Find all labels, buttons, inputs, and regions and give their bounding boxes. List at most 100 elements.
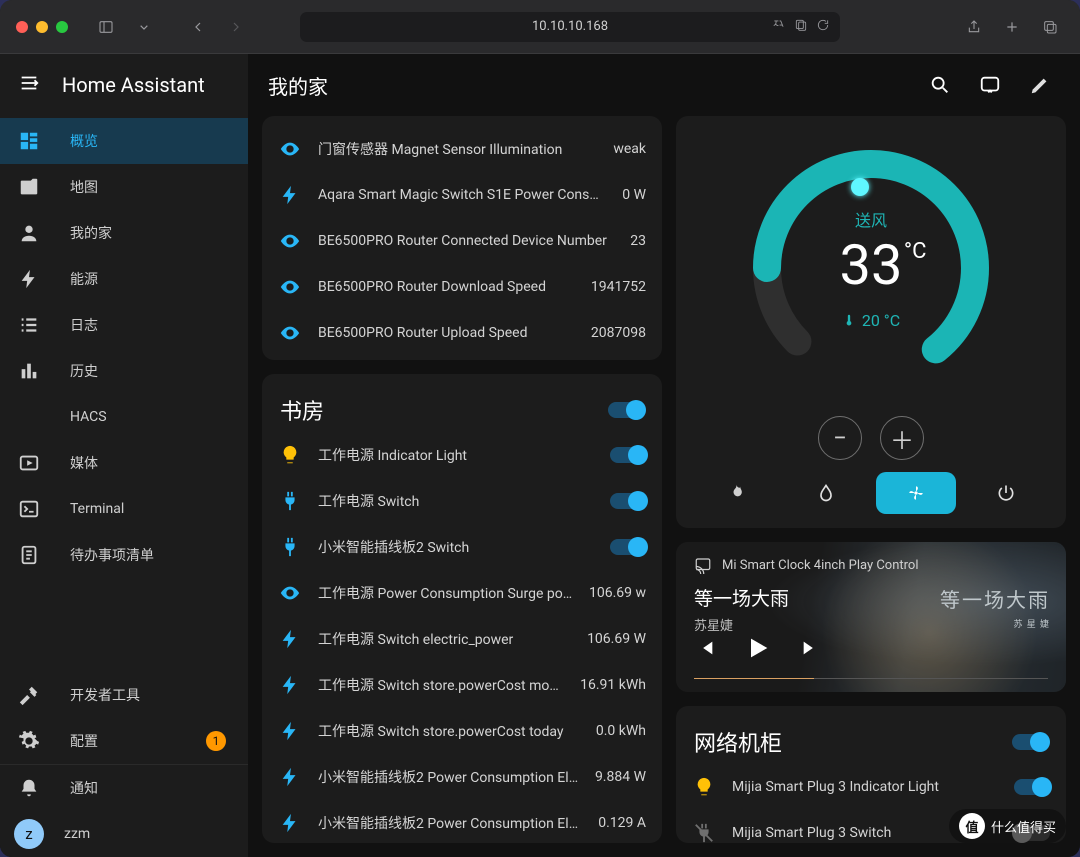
next-track-icon[interactable]: [800, 637, 822, 663]
entity-value: 0.129 A: [598, 815, 646, 831]
user-name: zzm: [64, 826, 90, 842]
entity-row[interactable]: Aqara Smart Magic Switch S1E Power Consu…: [262, 172, 662, 218]
sidebar-item-label: 历史: [70, 361, 98, 381]
entity-row[interactable]: Mijia Smart Plug 3 Indicator Light: [676, 764, 1066, 810]
address-bar[interactable]: 10.10.10.168: [300, 12, 840, 42]
preset-power[interactable]: [966, 472, 1046, 514]
sidebar-item-media[interactable]: 媒体: [0, 440, 248, 486]
sidebar-item-notifications[interactable]: 通知: [0, 765, 248, 811]
entity-row[interactable]: 工作电源 Indicator Light: [262, 432, 662, 478]
entity-label: 工作电源 Indicator Light: [318, 445, 594, 465]
sidebar-item-label: 日志: [70, 315, 98, 335]
sidebar-item-hacs[interactable]: HACS: [0, 394, 248, 440]
sidebar-item-energy[interactable]: 能源: [0, 256, 248, 302]
bolt-icon: [278, 674, 302, 696]
entity-toggle[interactable]: [610, 447, 646, 463]
entity-toggle[interactable]: [610, 493, 646, 509]
cast-icon: [694, 556, 712, 574]
play-icon[interactable]: [744, 634, 772, 666]
assist-icon[interactable]: [970, 65, 1010, 105]
preset-heat[interactable]: [696, 472, 776, 514]
tabs-icon[interactable]: [1036, 13, 1064, 41]
map-icon: [18, 176, 40, 198]
entity-toggle[interactable]: [1014, 779, 1050, 795]
sidebar-item-history[interactable]: 历史: [0, 348, 248, 394]
entity-value: 23: [630, 233, 646, 249]
reader-icon[interactable]: [794, 18, 808, 36]
dashboard-icon: [18, 130, 40, 152]
preset-dry[interactable]: [786, 472, 866, 514]
hammer-icon: [18, 684, 40, 706]
share-icon[interactable]: [960, 13, 988, 41]
sidebar: Home Assistant 概览 地图 我的家 能源: [0, 54, 248, 857]
entity-row[interactable]: 工作电源 Switch electric_power106.69 W: [262, 616, 662, 662]
sidebar-item-home[interactable]: 我的家: [0, 210, 248, 256]
prev-track-icon[interactable]: [694, 637, 716, 663]
temp-down-button[interactable]: −: [818, 416, 862, 460]
bolt-icon: [278, 812, 302, 834]
sidebar-item-map[interactable]: 地图: [0, 164, 248, 210]
sidebar-item-terminal[interactable]: Terminal: [0, 486, 248, 532]
thermostat-card: 送风 33 °C 20 °C: [676, 116, 1066, 528]
entity-value: 1941752: [591, 279, 646, 295]
media-source: Mi Smart Clock 4inch Play Control: [694, 556, 1048, 574]
back-icon[interactable]: [184, 13, 212, 41]
eye-icon: [278, 582, 302, 604]
cabinet-master-toggle[interactable]: [1012, 734, 1048, 750]
bolt-icon: [278, 766, 302, 788]
eye-icon: [278, 276, 302, 298]
menu-collapse-icon[interactable]: [18, 72, 40, 99]
entity-row[interactable]: 工作电源 Switch: [262, 478, 662, 524]
entity-row[interactable]: 工作电源 Switch store.powerCost today0.0 kWh: [262, 708, 662, 754]
entity-value: 0 W: [622, 187, 646, 203]
sidebar-item-overview[interactable]: 概览: [0, 118, 248, 164]
topbar: 我的家: [248, 54, 1080, 116]
entity-label: BE6500PRO Router Connected Device Number: [318, 233, 614, 249]
plug-icon: [278, 536, 302, 558]
minimize-window-icon[interactable]: [36, 21, 48, 33]
close-window-icon[interactable]: [16, 21, 28, 33]
entity-toggle[interactable]: [610, 539, 646, 555]
app-title: Home Assistant: [62, 73, 205, 97]
media-icon: [18, 452, 40, 474]
sidebar-item-devtools[interactable]: 开发者工具: [0, 672, 248, 718]
media-card[interactable]: 等一场大雨 苏 星 婕 Mi Smart Clock 4inch Play Co…: [676, 542, 1066, 692]
bolt-icon: [278, 628, 302, 650]
new-tab-icon[interactable]: [998, 13, 1026, 41]
gear-icon: [18, 730, 40, 752]
reload-icon[interactable]: [816, 18, 830, 36]
thermostat-current: 20 °C: [842, 311, 900, 330]
entity-row[interactable]: BE6500PRO Router Upload Speed2087098: [262, 310, 662, 356]
entity-row[interactable]: BE6500PRO Router Download Speed1941752: [262, 264, 662, 310]
maximize-window-icon[interactable]: [56, 21, 68, 33]
entity-row[interactable]: BE6500PRO Router Connected Device Number…: [262, 218, 662, 264]
edit-icon[interactable]: [1020, 65, 1060, 105]
entity-row[interactable]: 工作电源 Power Consumption Surge pow...106.6…: [262, 570, 662, 616]
entity-row[interactable]: 工作电源 Switch store.powerCost month16.91 k…: [262, 662, 662, 708]
sidebar-item-todo[interactable]: 待办事项清单: [0, 532, 248, 578]
eye-icon: [278, 138, 302, 160]
sidebar-item-user[interactable]: z zzm: [0, 811, 248, 857]
preset-fan[interactable]: [876, 472, 956, 514]
sidebar-toggle-icon[interactable]: [92, 13, 120, 41]
page-title: 我的家: [268, 71, 328, 100]
sidebar-header: Home Assistant: [0, 54, 248, 116]
bell-icon: [18, 777, 40, 799]
forward-icon[interactable]: [222, 13, 250, 41]
study-master-toggle[interactable]: [608, 402, 644, 418]
entity-row[interactable]: 门窗传感器 Magnet Sensor Illuminationweak: [262, 126, 662, 172]
thermometer-icon: [842, 313, 856, 327]
search-icon[interactable]: [920, 65, 960, 105]
sidebar-item-settings[interactable]: 配置 1: [0, 718, 248, 764]
entity-row[interactable]: 小米智能插线板2 Power Consumption Ele...9.884 W: [262, 754, 662, 800]
watermark: 值 什么值得买: [949, 809, 1066, 843]
chevron-down-icon[interactable]: [130, 13, 158, 41]
sidebar-item-logbook[interactable]: 日志: [0, 302, 248, 348]
entity-row[interactable]: 小米智能插线板2 Power Consumption Elec...0.129 …: [262, 800, 662, 843]
thermostat-dial[interactable]: 送风 33 °C 20 °C: [741, 138, 1001, 398]
card-title: 书房: [280, 394, 324, 426]
temp-up-button[interactable]: ＋: [880, 416, 924, 460]
settings-badge: 1: [206, 731, 226, 751]
translate-icon[interactable]: [772, 18, 786, 36]
entity-row[interactable]: 小米智能插线板2 Switch: [262, 524, 662, 570]
